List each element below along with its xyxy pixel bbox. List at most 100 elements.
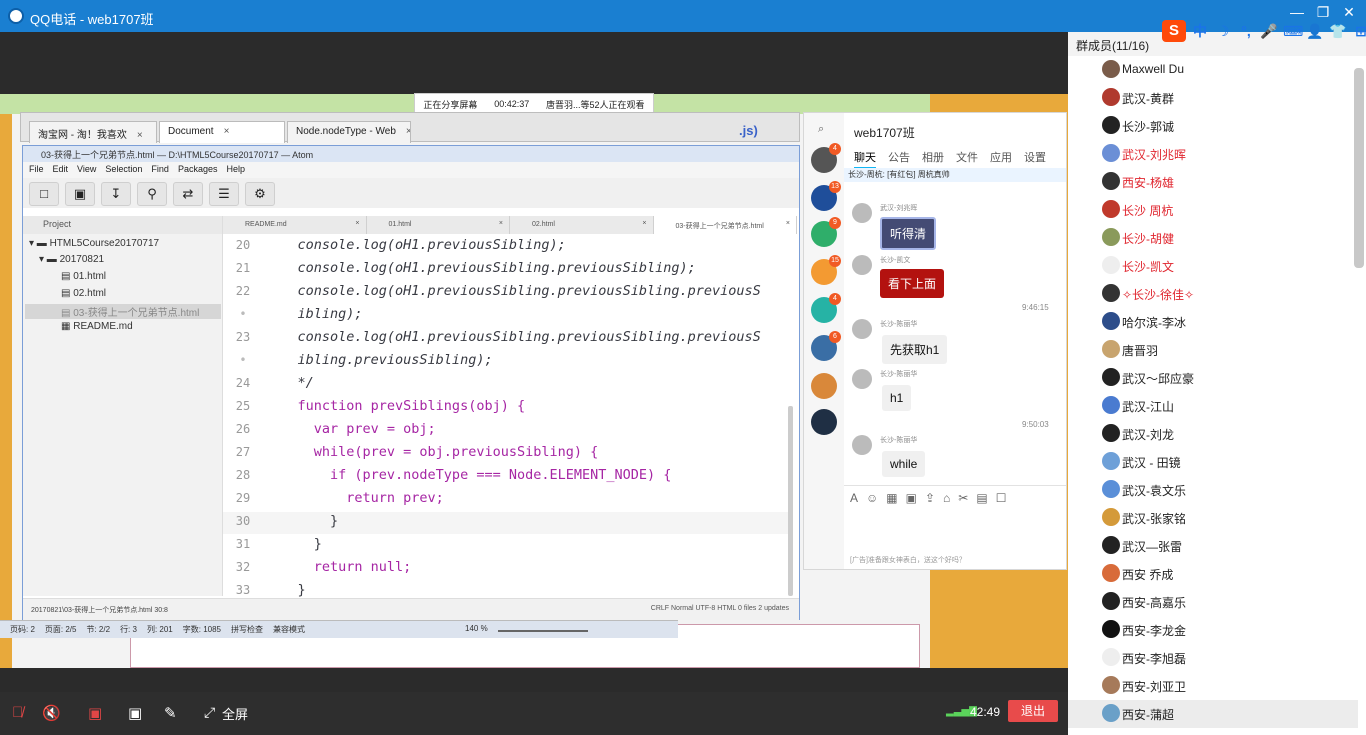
member-row[interactable]: 西安 乔成 <box>1068 560 1358 588</box>
browser-tab-nodetype[interactable]: Node.nodeType - Web× <box>287 121 411 143</box>
ime-grid-icon[interactable]: ⊞ <box>1352 23 1366 40</box>
member-row[interactable]: ✧长沙-徐佳✧ <box>1068 280 1358 308</box>
avatar[interactable] <box>1102 256 1120 274</box>
member-row[interactable]: 西安-刘亚卫 <box>1068 672 1358 700</box>
avatar[interactable] <box>1102 592 1120 610</box>
member-row[interactable]: 武汉-刘兆晖 <box>1068 140 1358 168</box>
scissors-icon[interactable]: ✂ <box>958 491 968 511</box>
font-icon[interactable]: A <box>850 491 858 511</box>
member-row[interactable]: 西安-李龙金 <box>1068 616 1358 644</box>
avatar[interactable] <box>1102 648 1120 666</box>
avatar[interactable] <box>1102 144 1120 162</box>
share-screen-icon[interactable]: ▣ <box>128 704 142 722</box>
member-row[interactable]: 西安-李旭磊 <box>1068 644 1358 672</box>
open-folder-icon[interactable]: ▣ <box>65 182 95 206</box>
tab-settings[interactable]: 设置 <box>1024 149 1046 169</box>
tab-files[interactable]: 文件 <box>956 149 978 169</box>
avatar[interactable] <box>852 255 872 275</box>
tab-apps[interactable]: 应用 <box>990 149 1012 169</box>
member-row[interactable]: 西安-蒲超 <box>1068 700 1358 728</box>
member-row[interactable]: 西安-杨雄 <box>1068 168 1358 196</box>
close-icon[interactable]: × <box>406 126 410 137</box>
avatar[interactable] <box>1102 368 1120 386</box>
close-icon[interactable]: × <box>137 130 143 141</box>
editor-scrollbar[interactable] <box>788 406 793 596</box>
upload-icon[interactable]: ⇪ <box>925 491 935 511</box>
tree-file[interactable]: ▤ 01.html <box>61 271 106 282</box>
menu-file[interactable]: File <box>29 164 44 178</box>
ime-keyboard-icon[interactable]: ⌨ <box>1283 23 1303 40</box>
member-row[interactable]: 武汉-张家铭 <box>1068 504 1358 532</box>
minimize-button[interactable]: — <box>1286 4 1308 21</box>
pinned-notice[interactable]: 长沙-周杭: [有红包] 周杭真帅 <box>844 168 1066 182</box>
avatar[interactable] <box>1102 676 1120 694</box>
avatar[interactable] <box>852 369 872 389</box>
editor-tab-active[interactable]: 03-获得上一个兄弟节点.html × <box>653 216 797 234</box>
gif-icon[interactable]: ▦ <box>886 491 897 511</box>
avatar[interactable] <box>1102 620 1120 638</box>
avatar[interactable] <box>852 203 872 223</box>
close-icon[interactable]: × <box>224 126 230 137</box>
member-row[interactable]: 武汉—张雷 <box>1068 532 1358 560</box>
save-icon[interactable]: ↧ <box>101 182 131 206</box>
whiteboard-icon[interactable]: ✎ <box>164 704 177 722</box>
avatar[interactable] <box>1102 536 1120 554</box>
ime-mic-icon[interactable]: 🎤 <box>1260 23 1278 40</box>
zoom-slider[interactable] <box>497 630 588 632</box>
group-avatar[interactable]: 6 <box>811 331 841 361</box>
avatar[interactable] <box>1102 88 1120 106</box>
camera-off-icon[interactable]: ▣ <box>88 704 102 722</box>
member-row[interactable]: 武汉-黄群 <box>1068 84 1358 112</box>
editor-tab[interactable]: 01.html × <box>367 216 510 234</box>
member-row[interactable]: 武汉-江山 <box>1068 392 1358 420</box>
group-avatar[interactable]: 13 <box>811 181 841 211</box>
avatar[interactable] <box>1102 704 1120 722</box>
close-icon[interactable]: × <box>499 220 503 227</box>
avatar[interactable] <box>1102 396 1120 414</box>
member-row[interactable]: Maxwell Du <box>1068 56 1358 84</box>
image-icon[interactable]: ▣ <box>906 491 917 511</box>
member-row[interactable]: 武汉-刘龙 <box>1068 420 1358 448</box>
avatar[interactable] <box>1102 284 1120 302</box>
member-row[interactable]: 武汉 - 田镜 <box>1068 448 1358 476</box>
avatar[interactable] <box>1102 116 1120 134</box>
avatar[interactable] <box>1102 200 1120 218</box>
fullscreen-icon[interactable]: ⤢ <box>204 704 215 721</box>
menu-help[interactable]: Help <box>226 164 245 178</box>
member-row[interactable]: 长沙 周杭 <box>1068 196 1358 224</box>
speaker-off-icon[interactable]: 🔇 <box>42 704 61 722</box>
avatar[interactable] <box>1102 60 1120 78</box>
ad-text[interactable]: [广告]准备跟女神表白，送这个好吗？ <box>850 555 966 565</box>
avatar[interactable] <box>1102 228 1120 246</box>
member-row[interactable]: 武汉～邱应豪 <box>1068 364 1358 392</box>
close-icon[interactable]: × <box>355 220 359 227</box>
gear-icon[interactable]: ⚙ <box>245 182 275 206</box>
member-row[interactable]: 长沙-郭诚 <box>1068 112 1358 140</box>
avatar[interactable] <box>1102 564 1120 582</box>
ime-chinese-toggle[interactable]: 中 <box>1191 21 1209 41</box>
history-icon[interactable]: ▤ <box>976 491 987 511</box>
fullscreen-label[interactable]: 全屏 <box>222 704 248 723</box>
tree-root[interactable]: ▾ ▬ HTML5Course20170717 <box>29 238 159 249</box>
group-avatar[interactable]: 4 <box>811 143 841 173</box>
ime-user-icon[interactable]: 👤 <box>1306 23 1324 40</box>
close-icon[interactable]: × <box>786 220 790 227</box>
close-icon[interactable]: × <box>642 220 646 227</box>
tree-file[interactable]: ▤ 02.html <box>61 288 106 299</box>
browser-tab-document[interactable]: Document × <box>159 121 285 143</box>
avatar[interactable] <box>1102 508 1120 526</box>
avatar[interactable] <box>1102 172 1120 190</box>
tab-notice[interactable]: 公告 <box>888 149 910 169</box>
more-icon[interactable]: ☐ <box>996 491 1007 511</box>
exit-button[interactable]: 退出 <box>1008 700 1058 722</box>
close-button[interactable]: ✕ <box>1338 4 1360 21</box>
avatar[interactable] <box>852 319 872 339</box>
avatar[interactable] <box>852 435 872 455</box>
search-icon[interactable]: ⌕ <box>818 123 824 136</box>
editor-tab[interactable]: README.md × <box>223 216 367 234</box>
member-row[interactable]: 长沙-凯文 <box>1068 252 1358 280</box>
avatar[interactable] <box>1102 312 1120 330</box>
browser-tab-taobao[interactable]: 淘宝网 - 淘！我喜欢 × <box>29 121 157 143</box>
tree-folder[interactable]: ▾ ▬ 20170821 <box>39 254 104 265</box>
tree-file[interactable]: ▦ README.md <box>61 321 133 332</box>
